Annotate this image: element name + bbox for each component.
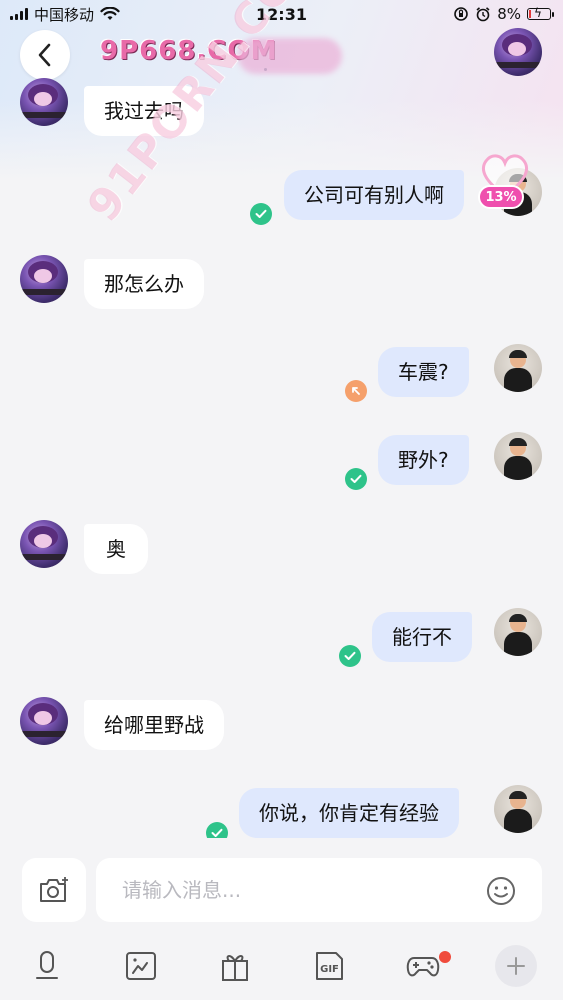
carrier-label: 中国移动	[34, 5, 95, 24]
chat-screen: 中国移动 12:31 8% ϟ 9P668.COM 我过去吗 公司可有别人啊 1…	[0, 0, 563, 1000]
peer-avatar[interactable]	[20, 78, 68, 126]
self-avatar[interactable]	[494, 785, 542, 833]
message-input[interactable]	[96, 858, 542, 922]
peer-avatar-header[interactable]	[494, 28, 542, 76]
pending-arrow-icon[interactable]	[345, 380, 367, 402]
peer-avatar[interactable]	[20, 255, 68, 303]
chevron-left-icon	[38, 43, 51, 67]
camera-icon	[40, 877, 68, 902]
self-avatar[interactable]	[494, 608, 542, 656]
battery-icon: ϟ	[527, 6, 554, 20]
message-bubble-sent[interactable]: 能行不	[372, 612, 472, 662]
plus-icon	[507, 957, 525, 975]
self-avatar[interactable]	[494, 432, 542, 480]
alarm-icon	[476, 7, 490, 22]
message-bubble-received[interactable]: 那怎么办	[84, 259, 204, 309]
message-bubble-received[interactable]: 我过去吗	[84, 86, 204, 136]
peer-avatar[interactable]	[20, 697, 68, 745]
notification-dot	[439, 951, 451, 963]
orientation-lock-icon	[454, 7, 469, 21]
svg-text:GIF: GIF	[320, 964, 339, 975]
image-icon[interactable]	[123, 948, 159, 984]
gift-icon[interactable]	[217, 948, 253, 984]
status-right: 8% ϟ	[453, 5, 563, 23]
message-bubble-sent[interactable]: 你说，你肯定有经验	[239, 788, 459, 838]
camera-button[interactable]	[22, 858, 86, 922]
emoji-icon[interactable]	[486, 876, 516, 906]
message-bubble-received[interactable]: 奥	[84, 524, 148, 574]
name-redaction	[238, 38, 342, 74]
message-bubble-received[interactable]: 给哪里野战	[84, 700, 224, 750]
battery-percent: 8%	[497, 5, 521, 23]
intimacy-percent-badge[interactable]: 13%	[478, 185, 524, 209]
gamepad-icon[interactable]	[405, 948, 441, 984]
status-bar: 中国移动 12:31 8% ϟ	[0, 0, 563, 28]
sent-check-icon	[339, 645, 361, 667]
message-bubble-sent[interactable]: 车震?	[378, 347, 469, 397]
wifi-icon	[100, 7, 120, 20]
watermark-dot	[264, 68, 267, 71]
gif-icon[interactable]: GIF	[311, 948, 347, 984]
back-button[interactable]	[20, 30, 70, 80]
self-avatar[interactable]	[494, 344, 542, 392]
message-bubble-sent[interactable]: 野外?	[378, 435, 469, 485]
bottom-toolbar: GIF	[0, 948, 563, 998]
peer-avatar[interactable]	[20, 520, 68, 568]
signal-icon	[10, 8, 28, 20]
status-left: 中国移动	[0, 4, 120, 25]
sent-check-icon	[250, 203, 272, 225]
sent-check-icon	[345, 468, 367, 490]
message-bubble-sent[interactable]: 公司可有别人啊	[284, 170, 464, 220]
plus-button[interactable]	[495, 945, 537, 987]
microphone-icon[interactable]	[29, 948, 65, 984]
